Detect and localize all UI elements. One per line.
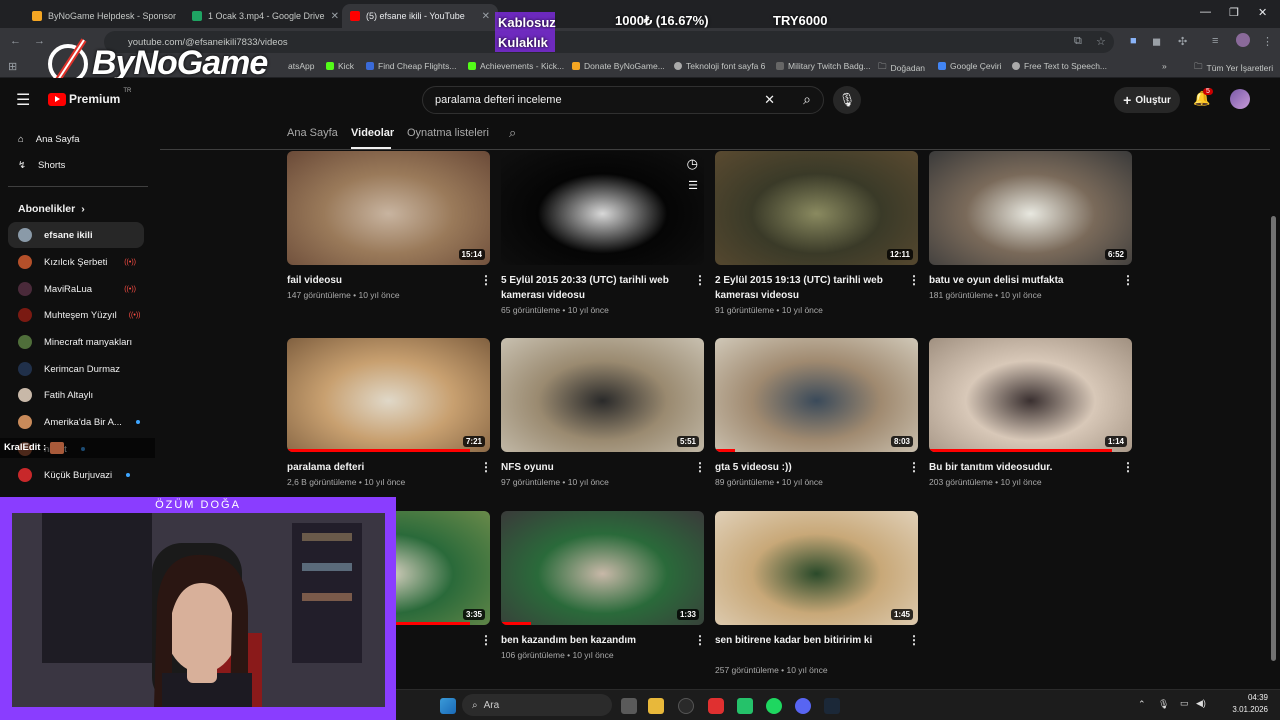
video-menu-icon[interactable]: ⋮	[1122, 460, 1134, 474]
video-thumbnail[interactable]: 1:33	[501, 511, 704, 625]
video-menu-icon[interactable]: ⋮	[480, 460, 492, 474]
video-thumbnail[interactable]: 7:21	[287, 338, 490, 452]
video-thumbnail[interactable]: 1:45	[715, 511, 918, 625]
video-thumbnail[interactable]: 15:14	[287, 151, 490, 265]
clock-date: 3.01.2026	[1232, 705, 1268, 714]
chrome-icon[interactable]	[678, 698, 694, 714]
video-meta: 203 görüntüleme • 10 yıl önce	[929, 477, 1042, 487]
webcam-feed	[12, 513, 385, 707]
clock-time: 04:39	[1247, 693, 1268, 702]
network-icon[interactable]: ▭	[1180, 698, 1189, 709]
video-meta: 65 görüntüleme • 10 yıl önce	[501, 305, 609, 315]
video-menu-icon[interactable]: ⋮	[694, 633, 706, 647]
volume-icon[interactable]: ◀)	[1196, 698, 1206, 709]
spotify-icon[interactable]	[766, 698, 782, 714]
windows-start-icon[interactable]	[440, 698, 456, 714]
windows-taskbar: ⌕ Ara ⌃ 🎙 ▭ ◀) 04:39 3.01.2026	[396, 689, 1280, 720]
discord-icon[interactable]	[795, 698, 811, 714]
page-scrollbar[interactable]	[1271, 216, 1276, 661]
video-menu-icon[interactable]: ⋮	[694, 460, 706, 474]
video-menu-icon[interactable]: ⋮	[480, 633, 492, 647]
video-duration: 5:51	[676, 436, 699, 447]
video-title[interactable]: 5 Eylül 2015 20:33 (UTC) tarihli web kam…	[501, 273, 686, 303]
add-to-queue-icon[interactable]: ☰	[688, 179, 698, 192]
watch-progress-bar	[287, 449, 470, 452]
video-title[interactable]: 2 Eylül 2015 19:13 (UTC) tarihli web kam…	[715, 273, 900, 303]
taskbar-search-label: Ara	[483, 699, 500, 711]
video-menu-icon[interactable]: ⋮	[480, 273, 492, 287]
video-meta: 181 görüntüleme • 10 yıl önce	[929, 290, 1042, 300]
webcam-overlay: ÖZÜM DOĞA	[0, 497, 396, 720]
video-meta: 97 görüntüleme • 10 yıl önce	[501, 477, 609, 487]
video-duration: 15:14	[458, 249, 485, 260]
video-duration: 3:35	[462, 609, 485, 620]
video-meta: 2,6 B görüntüleme • 10 yıl önce	[287, 477, 406, 487]
video-meta: 147 görüntüleme • 10 yıl önce	[287, 290, 400, 300]
video-meta: 257 görüntüleme • 10 yıl önce	[715, 665, 828, 675]
video-duration: 1:45	[890, 609, 913, 620]
youtube-app-icon[interactable]	[708, 698, 724, 714]
video-menu-icon[interactable]: ⋮	[1122, 273, 1134, 287]
video-menu-icon[interactable]: ⋮	[908, 633, 920, 647]
video-duration: 8:03	[890, 436, 913, 447]
video-menu-icon[interactable]: ⋮	[908, 460, 920, 474]
microphone-tray-icon[interactable]: 🎙	[1158, 699, 1169, 710]
file-explorer-icon[interactable]	[648, 698, 664, 714]
tray-chevron-icon[interactable]: ⌃	[1138, 699, 1146, 710]
video-duration: 1:14	[1104, 436, 1127, 447]
video-title[interactable]: gta 5 videosu :))	[715, 460, 900, 475]
watch-later-icon[interactable]: ◷	[687, 156, 698, 172]
app-icon[interactable]	[737, 698, 753, 714]
video-meta: 91 görüntüleme • 10 yıl önce	[715, 305, 823, 315]
video-title[interactable]: NFS oyunu	[501, 460, 686, 475]
video-menu-icon[interactable]: ⋮	[694, 273, 706, 287]
watch-progress-bar	[929, 449, 1112, 452]
video-title[interactable]: fail videosu	[287, 273, 472, 288]
video-title[interactable]: ben kazandım ben kazandım	[501, 633, 686, 648]
video-menu-icon[interactable]: ⋮	[908, 273, 920, 287]
video-duration: 12:11	[886, 249, 913, 260]
task-view-icon[interactable]	[621, 698, 637, 714]
video-thumbnail[interactable]: 8:03	[715, 338, 918, 452]
video-thumbnail[interactable]: 12:11	[715, 151, 918, 265]
video-title[interactable]: Bu bir tanıtım videosudur.	[929, 460, 1114, 475]
video-title[interactable]: batu ve oyun delisi mutfakta	[929, 273, 1114, 288]
video-title[interactable]: paralama defteri	[287, 460, 472, 475]
video-duration: 1:33	[676, 609, 699, 620]
video-duration: 6:52	[1104, 249, 1127, 260]
video-meta: 89 görüntüleme • 10 yıl önce	[715, 477, 823, 487]
webcam-image	[12, 513, 385, 707]
watch-progress-bar	[501, 622, 532, 625]
search-icon: ⌕	[472, 699, 478, 711]
watch-progress-bar	[715, 449, 736, 452]
video-thumbnail[interactable]: 6:52	[929, 151, 1132, 265]
video-thumbnail[interactable]: ◷ ☰	[501, 151, 704, 265]
taskbar-search[interactable]: ⌕ Ara	[462, 694, 612, 716]
webcam-name: ÖZÜM DOĞA	[155, 499, 241, 511]
video-duration: 7:21	[462, 436, 485, 447]
video-thumbnail[interactable]: 5:51	[501, 338, 704, 452]
video-meta: 106 görüntüleme • 10 yıl önce	[501, 650, 614, 660]
video-thumbnail[interactable]: 1:14	[929, 338, 1132, 452]
video-title[interactable]: sen bitirene kadar ben bitiririm ki	[715, 633, 900, 648]
steam-icon[interactable]	[824, 698, 840, 714]
